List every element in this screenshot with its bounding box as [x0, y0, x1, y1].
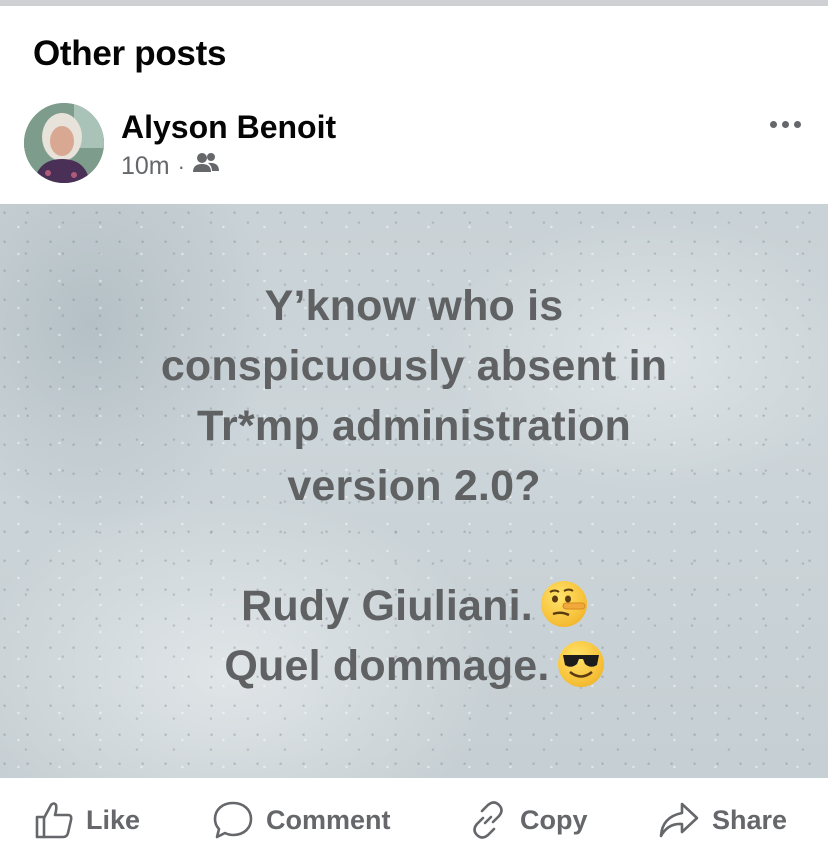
comment-label: Comment	[266, 804, 391, 835]
post-text-line: Rudy Giuliani.	[241, 582, 533, 630]
like-label: Like	[86, 804, 141, 835]
share-button[interactable]: Share	[658, 800, 787, 840]
avatar[interactable]	[24, 103, 104, 183]
meta-separator: ·	[177, 153, 185, 179]
post-meta: 10m ·	[121, 152, 219, 181]
lying-face-emoji	[540, 581, 587, 627]
thumbs-up-icon	[34, 801, 74, 839]
post-text-line	[0, 516, 828, 576]
post-text-line-rudy: Rudy Giuliani.	[0, 576, 828, 636]
post-text-line: Tr*mp administration	[196, 402, 632, 450]
post-text-line: version 2.0?	[287, 462, 541, 510]
share-label: Share	[712, 804, 788, 835]
like-button[interactable]: Like	[34, 800, 140, 840]
post-text-line: conspicuously absent in	[160, 342, 668, 390]
post-image-text: Y’know who is conspicuously absent in Tr…	[0, 276, 828, 696]
section-title: Other posts	[33, 34, 227, 73]
author-name[interactable]: Alyson Benoit	[121, 109, 336, 146]
more-options-icon[interactable]	[762, 112, 808, 136]
share-icon	[658, 801, 700, 839]
comment-icon	[212, 800, 254, 840]
sunglasses-face-emoji	[557, 641, 604, 687]
post-text-line-quel: Quel dommage.	[0, 636, 828, 696]
post-time[interactable]: 10m	[121, 152, 170, 181]
copy-button[interactable]: Copy	[468, 800, 588, 840]
top-divider	[0, 0, 828, 6]
post-text-line: Y’know who is	[264, 282, 564, 330]
friends-icon	[192, 152, 219, 181]
post-text-line: Quel dommage.	[224, 642, 550, 690]
link-icon	[468, 800, 508, 840]
post-header: Alyson Benoit 10m ·	[0, 100, 828, 204]
comment-button[interactable]: Comment	[212, 800, 391, 840]
post-image[interactable]: Y’know who is conspicuously absent in Tr…	[0, 204, 828, 778]
copy-label: Copy	[520, 804, 588, 835]
post-action-bar: Like Comment Copy Share	[0, 778, 828, 858]
